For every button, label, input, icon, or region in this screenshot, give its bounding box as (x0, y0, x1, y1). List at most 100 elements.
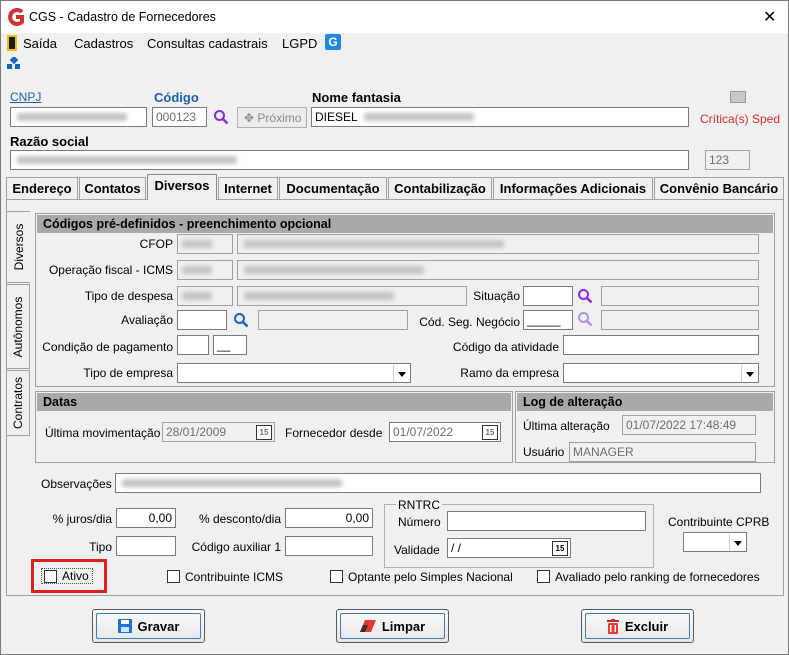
critica-sped-link[interactable]: Crítica(s) Sped (700, 112, 780, 126)
printer-icon[interactable] (730, 91, 746, 103)
numero-label: Número (398, 515, 441, 529)
tipo-field[interactable] (116, 536, 176, 556)
cnpj-link[interactable]: CNPJ (10, 90, 41, 104)
contrib-cprb-select[interactable] (683, 532, 747, 552)
codigos-title: Códigos pré-definidos - preenchimento op… (37, 215, 773, 233)
cod-aux-field[interactable] (285, 536, 373, 556)
ultima-alt-field: 01/07/2022 17:48:49 (622, 415, 756, 435)
menu-lgpd[interactable]: LGPD (282, 36, 317, 51)
network-icon[interactable] (7, 55, 21, 71)
side-tab-diversos[interactable]: Diversos (6, 211, 30, 283)
tipo-despesa-label: Tipo de despesa (84, 289, 173, 303)
tab-contatos[interactable]: Contatos (79, 177, 146, 199)
nome-fantasia-value: DIESEL (315, 110, 358, 124)
gravar-button[interactable]: Gravar (92, 609, 205, 643)
tipo-empresa-label: Tipo de empresa (83, 366, 173, 380)
cfop-desc-field[interactable] (237, 234, 759, 254)
fornecedor-desde-label: Fornecedor desde (285, 426, 383, 440)
limpar-button[interactable]: Limpar (336, 609, 449, 643)
ultima-mov-field[interactable]: 28/01/2009 15 (162, 422, 275, 442)
cod-seg-label: Cód. Seg. Negócio (419, 315, 520, 329)
juros-field[interactable]: 0,00 (116, 508, 176, 528)
avaliacao-desc-field (258, 310, 408, 330)
usuario-label: Usuário (523, 445, 565, 459)
search-icon[interactable] (213, 109, 229, 125)
menu-saida[interactable]: Saída (23, 36, 57, 51)
tab-diversos[interactable]: Diversos (147, 174, 217, 200)
avaliado-label: Avaliado pelo ranking de fornecedores (555, 570, 760, 584)
validade-label: Validade (394, 543, 440, 557)
side-tab-contratos[interactable]: Contratos (6, 370, 30, 436)
codigo-atividade-field[interactable] (563, 335, 759, 355)
menu-cadastros[interactable]: Cadastros (74, 36, 133, 51)
tab-convenio[interactable]: Convênio Bancário (654, 177, 784, 199)
plus-icon: ✥ (244, 111, 255, 125)
avaliado-checkbox[interactable] (537, 570, 550, 583)
optante-checkbox[interactable] (330, 570, 343, 583)
cod-aux-label: Código auxiliar 1 (191, 540, 281, 554)
ultima-alt-label: Última alteração (523, 419, 610, 433)
situacao-field[interactable] (523, 286, 573, 306)
close-icon[interactable]: ✕ (763, 7, 776, 27)
observacoes-field[interactable] (115, 473, 761, 493)
avaliacao-field[interactable] (177, 310, 227, 330)
cod-seg-search-icon[interactable] (577, 311, 593, 327)
calendar-icon[interactable]: 15 (482, 425, 498, 440)
tipo-despesa-code-field[interactable] (177, 286, 233, 306)
proximo-label: Próximo (257, 111, 302, 125)
avaliacao-search-icon[interactable] (233, 312, 249, 328)
menu-consultas[interactable]: Consultas cadastrais (147, 36, 268, 51)
side-tab-autonomos[interactable]: Autônomos (6, 284, 30, 369)
validade-field[interactable]: / / 15 (447, 538, 571, 558)
window-title: CGS - Cadastro de Fornecedores (29, 10, 216, 24)
operacao-desc-field[interactable] (237, 260, 759, 280)
lgpd-icon[interactable]: G (325, 34, 341, 50)
cfop-label: CFOP (139, 237, 173, 251)
situacao-label: Situação (473, 289, 520, 303)
excluir-button[interactable]: Excluir (581, 609, 694, 643)
juros-label: % juros/dia (52, 512, 112, 526)
razao-social-field[interactable] (10, 150, 689, 170)
proximo-button[interactable]: ✥ Próximo (237, 107, 307, 128)
cfop-code-field[interactable] (177, 234, 233, 254)
app-logo-icon (7, 8, 25, 26)
ramo-label: Ramo da empresa (460, 366, 559, 380)
situacao-search-icon[interactable] (577, 288, 593, 304)
cnpj-field[interactable] (10, 107, 147, 127)
tab-informacoes[interactable]: Informações Adicionais (493, 177, 653, 199)
numero-field[interactable] (447, 511, 646, 531)
cod-seg-field[interactable]: _____ (523, 310, 573, 330)
desconto-field[interactable]: 0,00 (285, 508, 373, 528)
title-bar: CGS - Cadastro de Fornecedores ✕ (1, 1, 788, 33)
chevron-down-icon (741, 365, 757, 382)
calendar-icon[interactable]: 15 (552, 541, 568, 556)
nome-fantasia-label: Nome fantasia (312, 90, 401, 105)
condicao-field-2[interactable]: __ (213, 335, 247, 355)
ativo-checkbox[interactable] (44, 570, 57, 583)
tab-internet[interactable]: Internet (218, 177, 278, 199)
contrib-icms-checkbox[interactable] (167, 570, 180, 583)
tipo-despesa-desc-field[interactable] (237, 286, 467, 306)
ramo-select[interactable] (563, 363, 759, 383)
codigo-label: Código (154, 90, 199, 105)
tab-documentacao[interactable]: Documentação (279, 177, 387, 199)
log-title: Log de alteração (517, 393, 773, 411)
desconto-label: % desconto/dia (198, 512, 281, 526)
razao-social-label: Razão social (10, 134, 89, 149)
tab-contabilizacao[interactable]: Contabilização (388, 177, 492, 199)
operacao-code-field[interactable] (177, 260, 233, 280)
rntrc-label: RNTRC (396, 498, 442, 512)
tipo-empresa-select[interactable] (177, 363, 411, 383)
contrib-icms-label: Contribuinte ICMS (185, 570, 284, 584)
fornecedor-desde-field[interactable]: 01/07/2022 15 (389, 422, 501, 442)
ativo-checkbox-group[interactable]: Ativo (41, 568, 93, 584)
condicao-field[interactable] (177, 335, 209, 355)
tab-endereco[interactable]: Endereço (6, 177, 78, 199)
codigo-field[interactable]: 000123 (152, 107, 207, 127)
operacao-label: Operação fiscal - ICMS (48, 263, 173, 277)
ultima-mov-label: Última movimentação (45, 426, 161, 440)
exit-icon (7, 35, 17, 51)
observacoes-label: Observações (41, 477, 112, 491)
calendar-icon[interactable]: 15 (256, 425, 272, 440)
nome-fantasia-field[interactable]: DIESEL (311, 107, 689, 127)
